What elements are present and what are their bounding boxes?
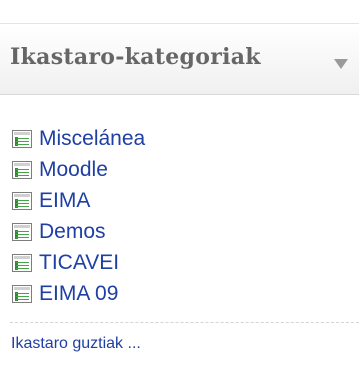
all-courses-link[interactable]: Ikastaro guztiak ...: [11, 335, 141, 353]
list-item: EIMA: [12, 185, 145, 216]
block-header: Ikastaro-kategoriak: [0, 23, 359, 95]
divider: [10, 322, 359, 323]
category-icon: [12, 253, 32, 272]
category-list: Miscelánea Moodle EIMA Demos TICAVEI EIM…: [12, 123, 145, 309]
list-item: Demos: [12, 216, 145, 247]
category-icon: [12, 160, 32, 179]
category-link-eima-09[interactable]: EIMA 09: [39, 282, 118, 306]
category-link-miscelanea[interactable]: Miscelánea: [39, 127, 145, 151]
category-link-moodle[interactable]: Moodle: [39, 158, 108, 182]
list-item: EIMA 09: [12, 278, 145, 309]
category-icon: [12, 284, 32, 303]
category-link-demos[interactable]: Demos: [39, 220, 106, 244]
course-categories-block: Ikastaro-kategoriak Miscelánea Moodle EI…: [0, 0, 359, 392]
block-title: Ikastaro-kategoriak: [10, 44, 261, 70]
category-icon: [12, 129, 32, 148]
category-link-eima[interactable]: EIMA: [39, 189, 90, 213]
chevron-down-icon[interactable]: [334, 59, 348, 69]
list-item: Moodle: [12, 154, 145, 185]
category-icon: [12, 191, 32, 210]
list-item: TICAVEI: [12, 247, 145, 278]
category-icon: [12, 222, 32, 241]
category-link-ticavei[interactable]: TICAVEI: [39, 251, 119, 275]
list-item: Miscelánea: [12, 123, 145, 154]
